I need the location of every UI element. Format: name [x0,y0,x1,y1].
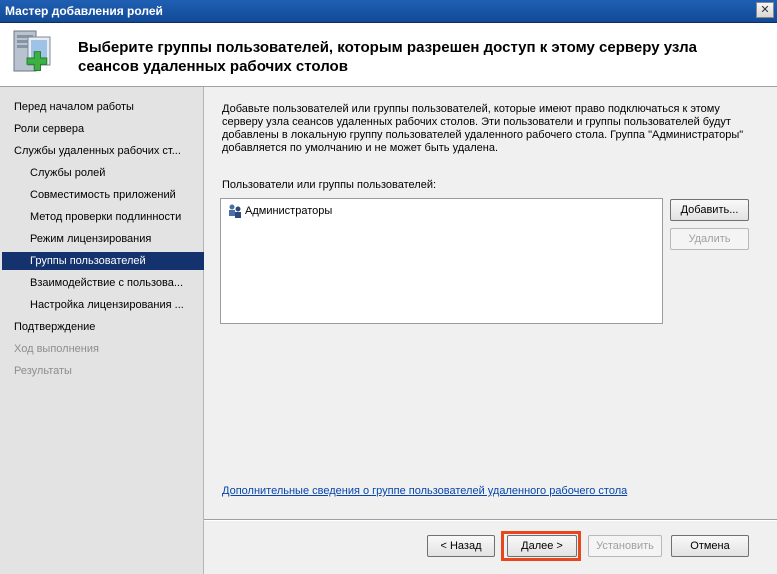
window-title: Мастер добавления ролей [5,4,163,18]
close-button[interactable]: ✕ [756,2,774,18]
title-bar: Мастер добавления ролей ✕ [0,0,777,23]
nav-item-licensing-config[interactable]: Настройка лицензирования ... [2,296,229,314]
user-groups-label: Пользователи или группы пользователей: [222,179,437,191]
wizard-header: Выберите группы пользователей, которым р… [0,23,777,87]
list-item[interactable]: Администраторы [227,203,332,219]
footer-divider [204,519,777,521]
cancel-button[interactable]: Отмена [671,535,749,557]
nav-item-user-groups[interactable]: Группы пользователей [2,252,229,270]
remove-button: Удалить [670,228,749,250]
page-heading: Выберите группы пользователей, которым р… [78,39,697,75]
nav-item-user-experience[interactable]: Взаимодействие с пользова... [2,274,229,292]
nav-item-licensing-mode[interactable]: Режим лицензирования [2,230,229,248]
nav-item-app-compatibility[interactable]: Совместимость приложений [2,186,229,204]
list-item-label: Администраторы [245,205,333,217]
close-icon: ✕ [760,4,770,16]
wizard-content: Добавьте пользователей или группы пользо… [204,87,777,574]
back-button[interactable]: < Назад [427,535,495,557]
nav-item-server-roles[interactable]: Роли сервера [2,120,213,138]
nav-item-role-services[interactable]: Службы ролей [2,164,229,182]
nav-item-before-you-begin[interactable]: Перед началом работы [2,98,213,116]
nav-item-confirmation[interactable]: Подтверждение [2,318,213,336]
wizard-steps-sidebar: Перед началом работы Роли сервера Службы… [0,87,229,574]
user-group-icon [229,204,241,218]
nav-item-progress: Ход выполнения [14,343,99,355]
nav-item-authentication-method[interactable]: Метод проверки подлинности [2,208,229,226]
nav-item-remote-desktop-services[interactable]: Службы удаленных рабочих ст... [2,142,213,160]
add-button[interactable]: Добавить... [670,199,749,221]
more-info-link[interactable]: Дополнительные сведения о группе пользов… [222,485,627,497]
next-button[interactable]: Далее > [507,535,577,557]
install-button: Установить [588,535,662,557]
page-description: Добавьте пользователей или группы пользо… [222,103,744,154]
nav-item-results: Результаты [14,365,72,377]
server-role-add-icon [13,30,51,72]
user-groups-listbox[interactable]: Администраторы [220,198,663,324]
